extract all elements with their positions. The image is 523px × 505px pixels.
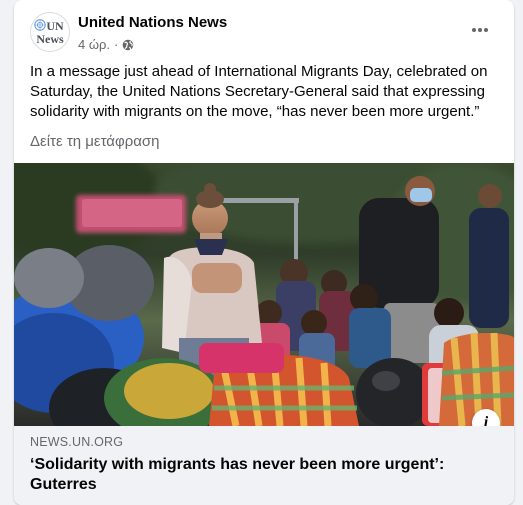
- link-domain: NEWS.UN.ORG: [30, 435, 124, 449]
- post-message: In a message just ahead of International…: [30, 63, 488, 120]
- link-title[interactable]: ‘Solidarity with migrants has never been…: [30, 455, 490, 495]
- meta-separator: ·: [114, 37, 119, 52]
- globe-icon[interactable]: [122, 39, 134, 51]
- post-header: UN News United Nations News 4 ώρ. ·: [14, 0, 514, 60]
- link-preview-footer[interactable]: NEWS.UN.ORG ‘Solidarity with migrants ha…: [14, 426, 514, 505]
- page-name-link[interactable]: United Nations News: [78, 14, 227, 31]
- post-card: UN News United Nations News 4 ώρ. · In a…: [14, 0, 514, 505]
- avatar-text-line2: News: [36, 31, 64, 46]
- more-options-icon[interactable]: [466, 16, 494, 44]
- un-emblem-icon: [34, 19, 46, 31]
- migrants-photo: [14, 163, 514, 426]
- more-dots-glyph: [472, 28, 488, 32]
- page-avatar[interactable]: UN News: [30, 12, 70, 52]
- post-timestamp[interactable]: 4 ώρ.: [78, 37, 110, 52]
- see-translation-link[interactable]: Δείτε τη μετάφραση: [30, 133, 160, 150]
- link-preview-image[interactable]: [14, 163, 514, 426]
- avatar-text-line1: UN: [46, 18, 64, 33]
- post-meta: 4 ώρ. ·: [78, 37, 134, 52]
